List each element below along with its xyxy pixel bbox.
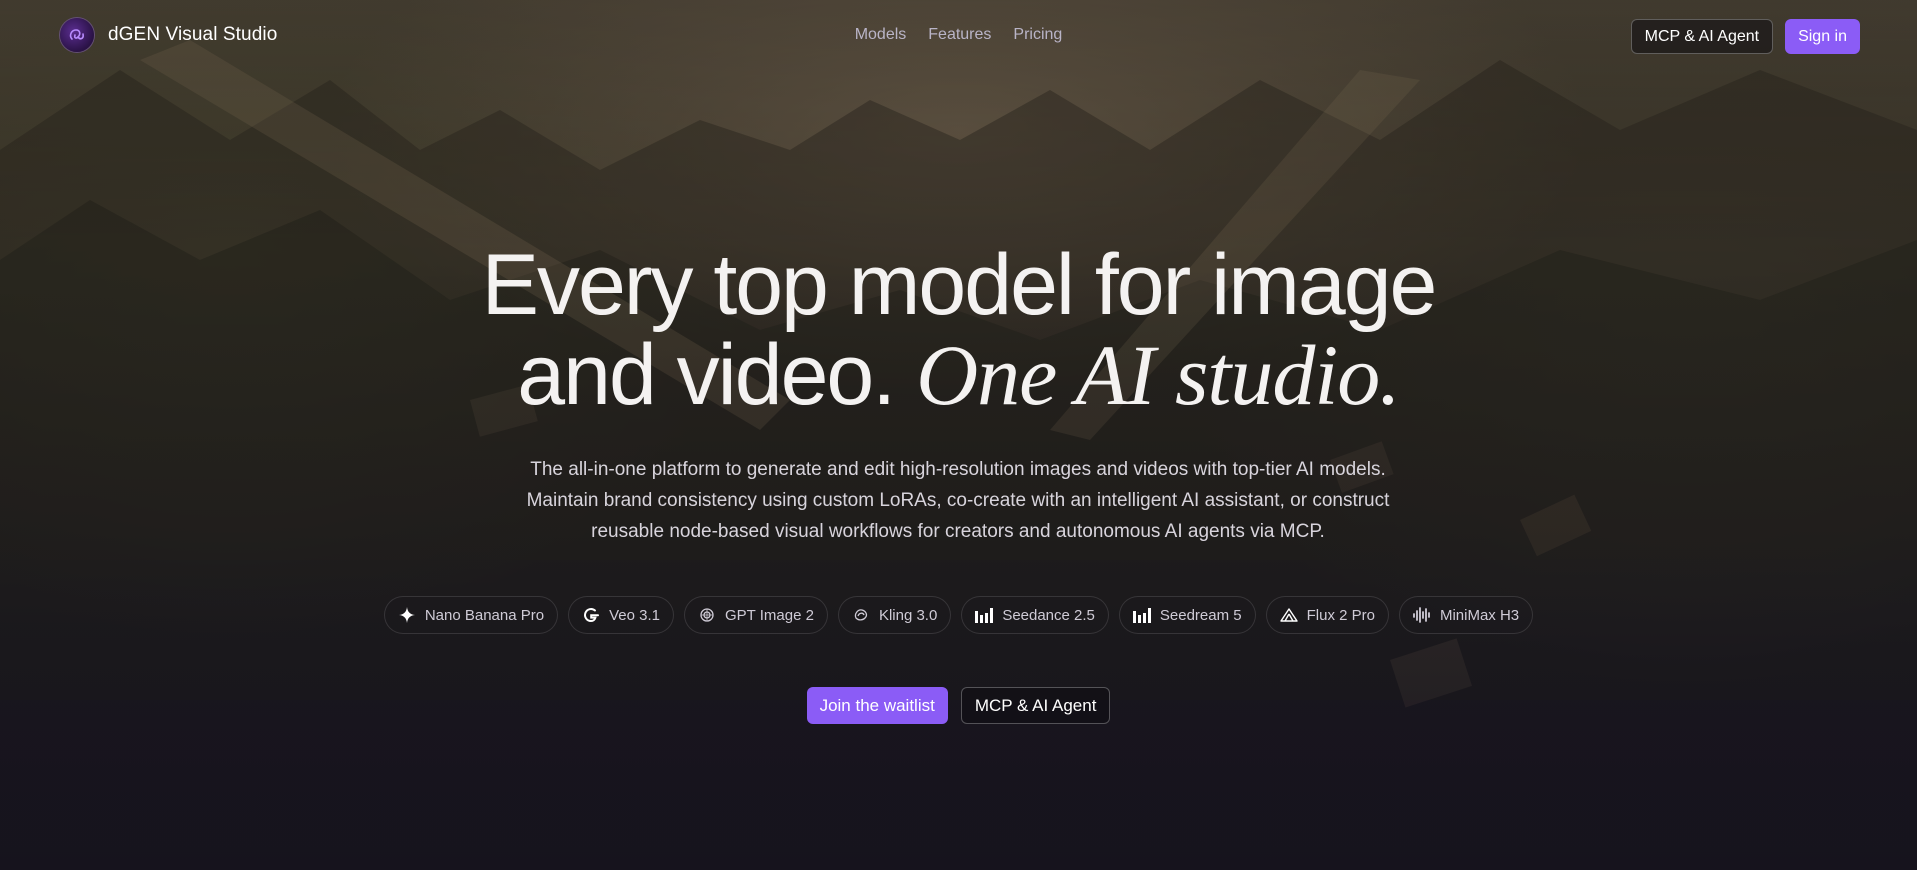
sparkle-icon — [397, 605, 417, 625]
subtext-line-3: reusable node-based visual workflows for… — [591, 521, 1325, 542]
flux-triangle-icon — [1279, 605, 1299, 625]
model-label: Flux 2 Pro — [1306, 606, 1375, 624]
model-label: Veo 3.1 — [609, 606, 660, 624]
model-pill-veo[interactable]: Veo 3.1 — [568, 596, 674, 634]
model-label: Kling 3.0 — [878, 606, 938, 624]
headline-italic: One AI studio. — [916, 327, 1401, 423]
model-pills: Nano Banana Pro Veo 3.1 GPT Image 2 Klin… — [0, 596, 1917, 634]
openai-icon — [697, 605, 717, 625]
bars-icon — [974, 605, 994, 625]
model-label: Seedream 5 — [1159, 606, 1242, 624]
hero-subtext: The all-in-one platform to generate and … — [508, 454, 1408, 547]
model-pill-nano-banana-pro[interactable]: Nano Banana Pro — [383, 596, 559, 634]
top-navbar: dGEN Visual Studio Models Features Prici… — [0, 0, 1917, 72]
google-g-icon — [581, 605, 601, 625]
model-label: GPT Image 2 — [725, 606, 814, 624]
subtext-line-2: Maintain brand consistency using custom … — [526, 490, 1390, 511]
nav-links: Models Features Pricing — [0, 26, 1917, 44]
model-label: MiniMax H3 — [1439, 606, 1520, 624]
bars-icon — [1132, 605, 1152, 625]
nav-link-models[interactable]: Models — [855, 26, 907, 44]
header-actions: MCP & AI Agent Sign in — [1630, 19, 1860, 54]
model-pill-kling[interactable]: Kling 3.0 — [837, 596, 952, 634]
model-pill-seedream[interactable]: Seedream 5 — [1118, 596, 1256, 634]
mcp-agent-button[interactable]: MCP & AI Agent — [1630, 19, 1774, 54]
headline-line-2: and video. — [517, 327, 896, 423]
hero-headline: Every top model for image and video. One… — [0, 240, 1917, 420]
hero-cta: Join the waitlist MCP & AI Agent — [0, 687, 1917, 724]
waveform-icon — [1412, 605, 1432, 625]
nav-link-pricing[interactable]: Pricing — [1013, 26, 1062, 44]
hero-background-image — [0, 0, 1917, 870]
mcp-agent-cta-button[interactable]: MCP & AI Agent — [960, 687, 1111, 724]
model-label: Seedance 2.5 — [1002, 606, 1095, 624]
sign-in-button[interactable]: Sign in — [1785, 19, 1860, 54]
model-label: Nano Banana Pro — [424, 606, 545, 624]
model-pill-gpt-image[interactable]: GPT Image 2 — [684, 596, 828, 634]
model-pill-minimax[interactable]: MiniMax H3 — [1398, 596, 1534, 634]
headline-line-1: Every top model for image — [481, 237, 1438, 333]
nav-link-features[interactable]: Features — [928, 26, 991, 44]
kling-icon — [851, 605, 871, 625]
model-pill-flux[interactable]: Flux 2 Pro — [1265, 596, 1389, 634]
join-waitlist-button[interactable]: Join the waitlist — [806, 687, 948, 724]
subtext-line-1: The all-in-one platform to generate and … — [530, 459, 1386, 480]
model-pill-seedance[interactable]: Seedance 2.5 — [961, 596, 1109, 634]
